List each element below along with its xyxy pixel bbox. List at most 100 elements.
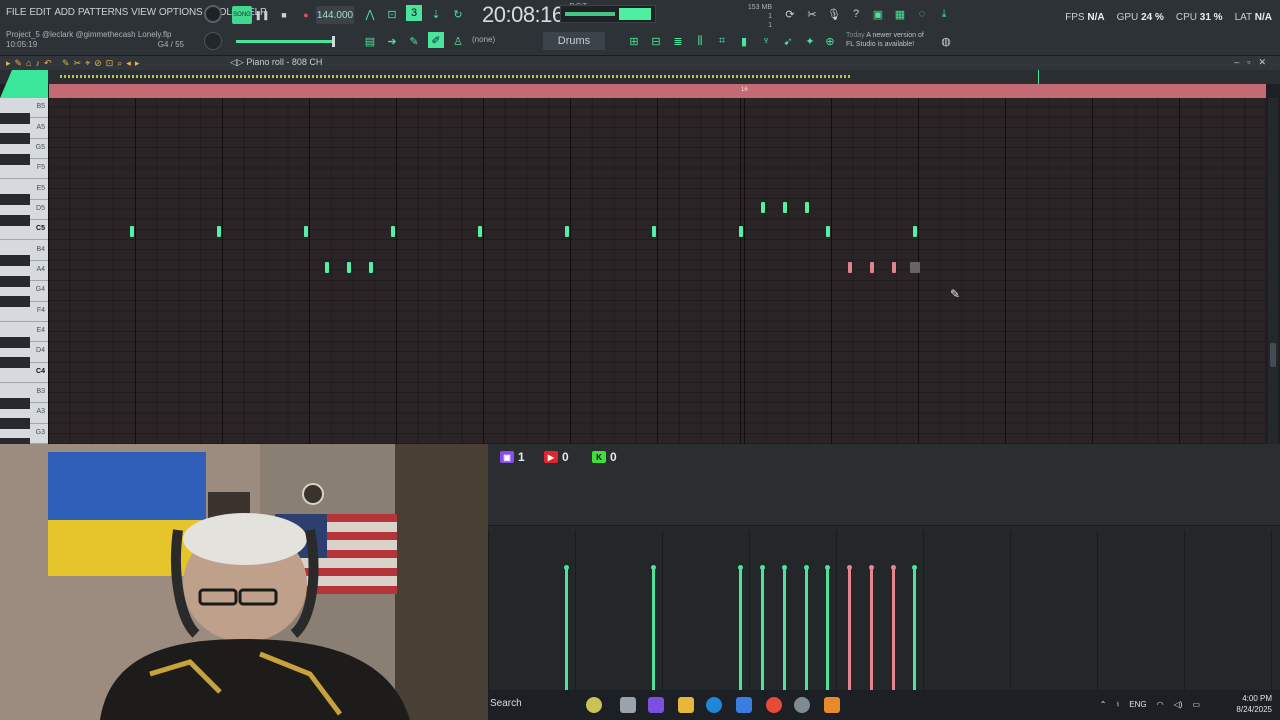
note[interactable] xyxy=(805,202,809,213)
wifi-icon[interactable]: ◠ xyxy=(1157,700,1164,709)
note[interactable] xyxy=(783,202,787,213)
browser-icon[interactable]: ⫼ xyxy=(692,33,708,49)
note[interactable] xyxy=(565,226,569,237)
maximize-icon[interactable]: ▫ xyxy=(1247,57,1258,67)
menu-options[interactable]: OPTIONS xyxy=(159,7,203,18)
selected-note[interactable] xyxy=(848,262,852,273)
plug-icon[interactable]: ♆ xyxy=(758,33,774,49)
pitch-knob[interactable] xyxy=(204,32,222,50)
piano-key[interactable]: E5 xyxy=(0,179,48,206)
velocity-bar-selected[interactable] xyxy=(891,565,896,690)
chat-icon[interactable]: ◌ xyxy=(914,6,930,22)
note[interactable] xyxy=(739,226,743,237)
note[interactable] xyxy=(217,226,221,237)
note[interactable] xyxy=(761,202,765,213)
help-icon[interactable]: ? xyxy=(848,6,864,22)
playhead[interactable] xyxy=(1038,70,1039,84)
update-notice[interactable]: Today A newer version of FL Studio is av… xyxy=(846,31,924,49)
velocity-bar[interactable] xyxy=(738,565,743,690)
cart-icon[interactable]: ⊕ xyxy=(822,33,838,49)
store-icon[interactable] xyxy=(736,697,752,713)
close-icon[interactable]: ✕ xyxy=(1258,57,1274,67)
piano-key[interactable]: D5 xyxy=(0,200,48,226)
note[interactable] xyxy=(130,226,134,237)
volume-icon[interactable]: ◁) xyxy=(1174,700,1183,709)
metronome-icon[interactable]: ⋀ xyxy=(362,6,378,22)
task-view-icon[interactable] xyxy=(620,697,636,713)
plugin-icon[interactable]: ⌗ xyxy=(714,33,730,49)
piano-key[interactable]: A5 xyxy=(0,118,48,145)
velocity-bar[interactable] xyxy=(782,565,787,690)
tray-mic-icon[interactable]: ♮ xyxy=(1116,700,1119,709)
mixer-icon[interactable]: ⊞ xyxy=(626,33,642,49)
blend-notes-icon[interactable]: ⇣ xyxy=(428,6,444,22)
steam-icon[interactable] xyxy=(794,697,810,713)
velocity-bar[interactable] xyxy=(912,565,917,690)
velocity-bar[interactable] xyxy=(760,565,765,690)
record-icon[interactable]: ● xyxy=(299,6,313,24)
piano-keyboard[interactable]: B5 A5 G5 F5 E5 D5 C5 B4 A4 G4 F4 E4 D4 C4 B3 A3 G3 xyxy=(0,98,48,444)
microphone-icon[interactable]: 🎙 xyxy=(826,6,842,22)
piano-key[interactable]: B5 xyxy=(0,98,48,124)
loop-record-icon[interactable]: ↻ xyxy=(450,6,466,22)
midi-icon[interactable]: ▦ xyxy=(892,6,908,22)
fl-studio-icon[interactable] xyxy=(824,697,840,713)
piano-key[interactable]: F5 xyxy=(0,159,48,180)
piano-key[interactable]: B3 xyxy=(0,383,48,409)
piano-roll-icon[interactable]: ≣ xyxy=(670,33,686,49)
piano-key[interactable]: G3 xyxy=(0,424,48,444)
note[interactable] xyxy=(913,226,917,237)
velocity-bar-selected[interactable] xyxy=(869,565,874,690)
note-grid[interactable] xyxy=(48,98,1265,444)
menu-add[interactable]: ADD xyxy=(54,7,75,18)
chrome-icon[interactable] xyxy=(766,697,782,713)
wand-icon[interactable]: ✦ xyxy=(802,33,818,49)
master-volume-knob[interactable] xyxy=(204,5,222,23)
playlist-icon[interactable]: ▤ xyxy=(362,33,378,49)
piano-key[interactable]: F4 xyxy=(0,302,48,322)
scroll-thumb[interactable] xyxy=(1270,343,1276,367)
menu-file[interactable]: FILE xyxy=(6,7,27,18)
globe-icon[interactable]: ◍ xyxy=(938,33,954,49)
brush-icon[interactable]: ➹ xyxy=(780,33,796,49)
piano-key[interactable]: A3 xyxy=(0,403,48,430)
velocity-bar[interactable] xyxy=(825,565,830,690)
refresh-icon[interactable]: ⟳ xyxy=(782,6,798,22)
arrow-right-icon[interactable]: ➜ xyxy=(384,33,400,49)
piano-key[interactable]: C4 xyxy=(0,363,48,383)
note[interactable] xyxy=(325,262,329,273)
tray-chevron-icon[interactable]: ⌃ xyxy=(1100,700,1107,709)
piano-key[interactable]: G5 xyxy=(0,139,48,165)
stop-icon[interactable]: ■ xyxy=(277,6,291,24)
vertical-scrollbar[interactable] xyxy=(1268,98,1278,444)
save-icon[interactable]: ▣ xyxy=(870,6,886,22)
taskbar-clock[interactable]: 4:00 PM 8/24/2025 xyxy=(1236,693,1272,715)
speaker-icon[interactable]: ◁▷ xyxy=(230,57,244,67)
note[interactable] xyxy=(304,226,308,237)
pause-icon[interactable]: ❚❚ xyxy=(254,6,269,24)
tempo-display[interactable]: 144.000 xyxy=(316,6,354,24)
note[interactable] xyxy=(347,262,351,273)
channel-selector[interactable]: (none) xyxy=(472,35,495,44)
cut-icon[interactable]: ✂ xyxy=(804,6,820,22)
copilot-icon[interactable] xyxy=(648,697,664,713)
velocity-bar-selected[interactable] xyxy=(847,565,852,690)
clipboard-icon[interactable]: ▮ xyxy=(736,33,752,49)
minimize-icon[interactable]: – xyxy=(1234,57,1247,67)
piano-key[interactable]: B4 xyxy=(0,240,48,267)
edge-icon[interactable] xyxy=(706,697,722,713)
velocity-bar[interactable] xyxy=(651,565,656,690)
note[interactable] xyxy=(826,226,830,237)
selected-note[interactable] xyxy=(870,262,874,273)
pattern-selector[interactable]: Drums xyxy=(543,32,605,50)
file-explorer-icon[interactable] xyxy=(678,697,694,713)
piano-key[interactable]: E4 xyxy=(0,322,48,348)
pencil-icon[interactable]: ✎ xyxy=(406,33,422,49)
note[interactable] xyxy=(391,226,395,237)
master-pitch-slider[interactable] xyxy=(236,36,335,47)
draw-mode-icon[interactable]: ✐ xyxy=(428,32,444,48)
song-mode-button[interactable]: SONG xyxy=(232,6,252,24)
piano-key[interactable]: G4 xyxy=(0,281,48,308)
piano-key[interactable]: C5 xyxy=(0,220,48,241)
velocity-bar[interactable] xyxy=(564,565,569,690)
